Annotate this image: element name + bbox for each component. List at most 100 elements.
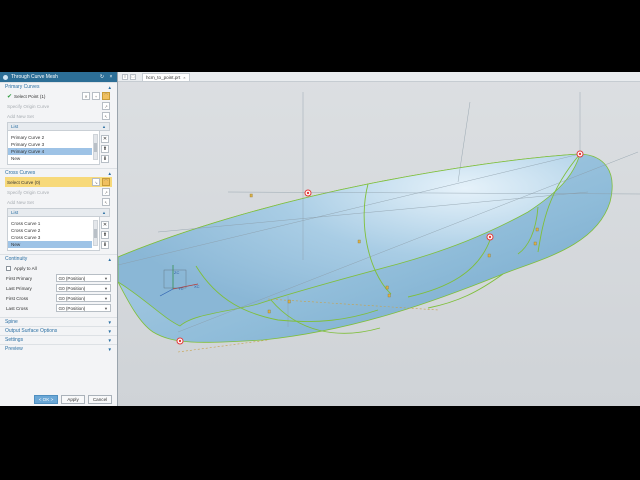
ok-button[interactable]: < OK >: [34, 394, 58, 404]
section-spine[interactable]: Spine ▼: [0, 317, 117, 326]
list-item-label: Primary Curve 2: [11, 135, 45, 140]
continuity-select[interactable]: G0 (Position) ▼: [55, 274, 111, 282]
move-up-icon[interactable]: ⬆: [101, 145, 109, 153]
continuity-label: Last Cross: [6, 305, 28, 311]
curve-select-icon[interactable]: ⌒: [102, 92, 110, 100]
section-output-surface-options[interactable]: Output Surface Options ▼: [0, 326, 117, 335]
list-item-label: Primary Curve 3: [11, 142, 45, 147]
delete-icon[interactable]: ✕: [101, 135, 109, 143]
continuity-value: G0 (Position): [58, 305, 86, 311]
primary-list-header[interactable]: List ▲: [7, 122, 110, 131]
continuity-last-cross: Last Cross G0 (Position) ▼: [0, 303, 117, 313]
origin-curve-icon[interactable]: ↗: [102, 102, 110, 110]
point-snap-icon[interactable]: +: [92, 92, 100, 100]
list-item-label: Cross Curve 1: [11, 221, 41, 226]
point-dialog-icon[interactable]: ✕: [82, 92, 90, 100]
chevron-down-icon: ▼: [107, 328, 112, 334]
move-up-icon[interactable]: ⬆: [101, 231, 109, 239]
dialog-titlebar: Through Curve Mesh ↻ ×: [0, 72, 117, 82]
add-set-icon[interactable]: ↖: [102, 198, 110, 206]
section-title: Cross Curves: [5, 170, 36, 176]
select-curve-row[interactable]: Select Curve (0) ↘ ⌒: [5, 177, 112, 187]
chevron-down-icon: ▼: [104, 305, 108, 311]
move-down-icon[interactable]: ⬇: [101, 241, 109, 249]
delete-icon[interactable]: ✕: [101, 221, 109, 229]
model-scene[interactable]: ZC XC YC: [118, 82, 640, 406]
section-continuity[interactable]: Continuity ▲: [0, 254, 117, 263]
specify-origin-curve-row[interactable]: Specify Origin Curve ↗: [0, 187, 117, 197]
list-item[interactable]: Primary Curve 2: [8, 134, 92, 141]
apply-to-all-label: Apply to All: [14, 265, 37, 271]
dialog-buttons: < OK > Apply Cancel: [0, 392, 117, 406]
select-point-label: Select Point (1): [14, 93, 46, 99]
primary-curve-list[interactable]: Primary Curve 2 Primary Curve 3 Primary …: [7, 131, 100, 165]
add-set-icon[interactable]: ↖: [102, 112, 110, 120]
point-marker[interactable]: [576, 150, 584, 158]
list-item[interactable]: Primary Curve 3: [8, 141, 92, 148]
list-item-label: Primary Curve 4: [11, 149, 45, 154]
continuity-first-cross: First Cross G0 (Position) ▼: [0, 293, 117, 303]
cancel-button[interactable]: Cancel: [88, 394, 112, 404]
chevron-up-icon: ▲: [102, 124, 106, 129]
restore-icon[interactable]: □: [130, 73, 136, 80]
move-down-icon[interactable]: ⬇: [101, 155, 109, 163]
chevron-up-icon: ▲: [107, 170, 112, 176]
chevron-up-icon: ▲: [107, 84, 112, 90]
list-scrollbar[interactable]: [93, 220, 98, 246]
list-item[interactable]: New: [8, 241, 92, 248]
specify-origin-curve-row[interactable]: Specify Origin Curve ↗: [0, 101, 117, 111]
apply-to-all-row[interactable]: Apply to All: [0, 263, 117, 273]
continuity-first-primary: First Primary G0 (Position) ▼: [0, 273, 117, 283]
apply-button[interactable]: Apply: [61, 394, 85, 404]
point-marker[interactable]: [486, 233, 494, 241]
list-item[interactable]: Cross Curve 3: [8, 234, 92, 241]
curve-rule-icon[interactable]: ↘: [92, 178, 100, 186]
point-marker[interactable]: [304, 189, 312, 197]
point-marker[interactable]: [176, 337, 184, 345]
cross-list-header[interactable]: List ▲: [7, 208, 110, 217]
continuity-value: G0 (Position): [58, 285, 86, 291]
reset-icon[interactable]: ↻: [99, 74, 105, 80]
zc-label: ZC: [174, 270, 179, 275]
section-preview[interactable]: Preview ▼: [0, 344, 117, 353]
list-item-label: New: [11, 156, 21, 161]
list-item-label: New: [11, 242, 21, 247]
section-primary-curves[interactable]: Primary Curves ▲: [0, 82, 117, 91]
continuity-select[interactable]: G0 (Position) ▼: [55, 304, 111, 312]
apply-to-all-checkbox[interactable]: [6, 265, 11, 271]
close-icon[interactable]: ×: [183, 75, 185, 80]
list-item[interactable]: New: [8, 155, 92, 162]
add-new-set-label: Add New Set: [7, 113, 34, 119]
specify-origin-label: Specify Origin Curve: [7, 189, 50, 195]
graphics-viewport[interactable]: ≡ □ hcm_to_point.prt × ZC XC YC: [118, 72, 640, 406]
list-scrollbar[interactable]: [93, 134, 98, 160]
list-header-label: List: [11, 210, 19, 215]
window-menu-icon[interactable]: ≡: [122, 73, 128, 80]
scroll-thumb[interactable]: [94, 229, 97, 238]
chevron-up-icon: ▲: [107, 256, 112, 262]
curve-select-icon[interactable]: ⌒: [102, 178, 110, 186]
specify-origin-label: Specify Origin Curve: [7, 103, 50, 109]
add-new-set-row[interactable]: Add New Set ↖: [0, 111, 117, 121]
through-curve-mesh-dialog: Through Curve Mesh ↻ × Primary Curves ▲ …: [0, 72, 118, 406]
scroll-thumb[interactable]: [94, 143, 97, 152]
close-icon[interactable]: ×: [108, 74, 114, 80]
continuity-select[interactable]: G0 (Position) ▼: [55, 294, 111, 302]
document-tabbar: ≡ □ hcm_to_point.prt ×: [118, 72, 640, 82]
chevron-down-icon: ▼: [107, 319, 112, 325]
list-item[interactable]: Cross Curve 2: [8, 227, 92, 234]
cross-curve-list[interactable]: Cross Curve 1 Cross Curve 2 Cross Curve …: [7, 217, 100, 251]
add-new-set-row[interactable]: Add New Set ↖: [0, 197, 117, 207]
section-settings[interactable]: Settings ▼: [0, 335, 117, 344]
continuity-last-primary: Last Primary G0 (Position) ▼: [0, 283, 117, 293]
list-item[interactable]: Primary Curve 4: [8, 148, 92, 155]
section-cross-curves[interactable]: Cross Curves ▲: [0, 168, 117, 177]
origin-curve-icon[interactable]: ↗: [102, 188, 110, 196]
section-title: Output Surface Options: [5, 328, 58, 334]
document-tab[interactable]: hcm_to_point.prt ×: [142, 72, 190, 81]
select-point-row[interactable]: ✔ Select Point (1) ✕ + ⌒: [0, 91, 117, 101]
add-new-set-label: Add New Set: [7, 199, 34, 205]
continuity-select[interactable]: G0 (Position) ▼: [55, 284, 111, 292]
list-item[interactable]: Cross Curve 1: [8, 220, 92, 227]
chevron-down-icon: ▼: [104, 285, 108, 291]
